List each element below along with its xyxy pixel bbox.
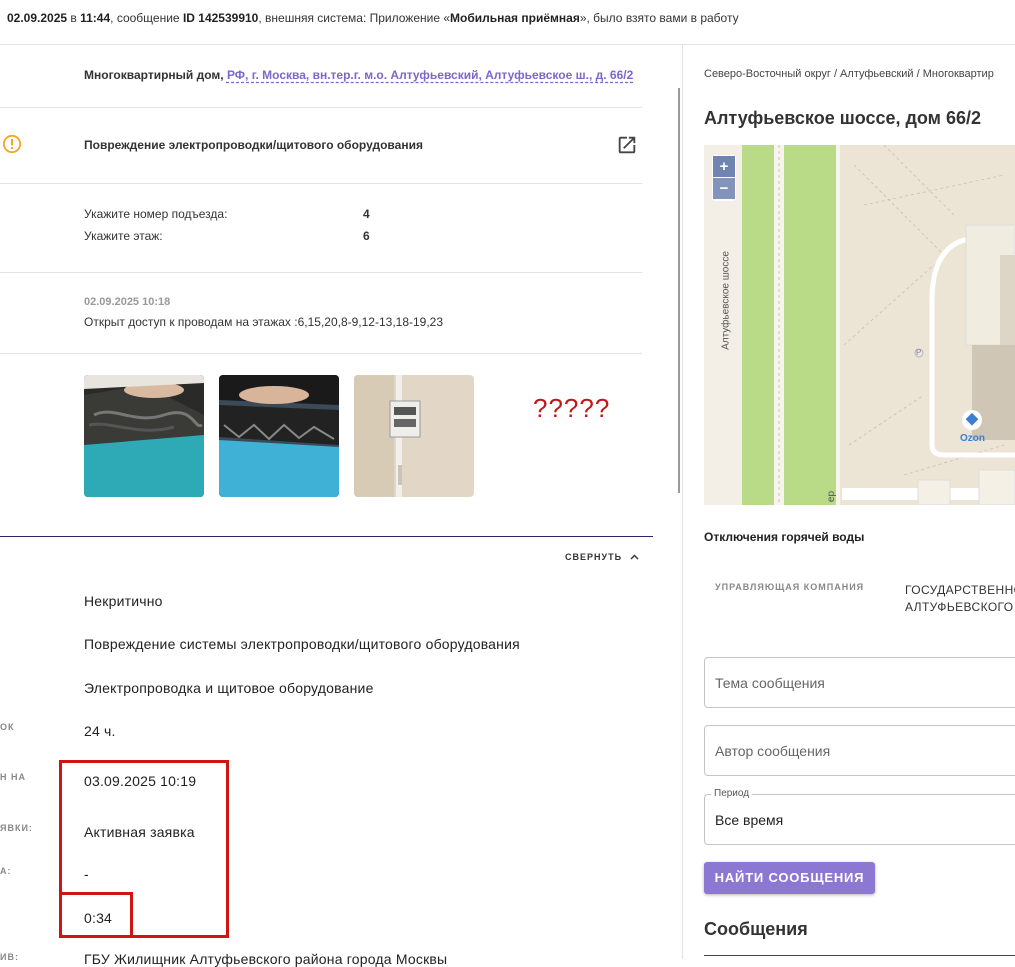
author-placeholder: Автор сообщения [715, 743, 831, 759]
zoom-in-button[interactable]: + [713, 156, 735, 177]
messages-heading: Сообщения [704, 919, 808, 939]
field-label: ИВ: [0, 952, 19, 962]
notice-in: в [70, 11, 77, 25]
field-label: ОК [0, 722, 15, 732]
period-value: Все время [715, 812, 784, 828]
notice-system: , внешняя система: Приложение « [258, 11, 451, 25]
notice-date: 02.09.2025 [7, 11, 68, 25]
floor-value: 6 [363, 229, 370, 243]
mgmt-company-value-line2: АЛТУФЬЕВСКОГО Р [905, 600, 1015, 614]
notice-msg-id: ID 142539910 [182, 11, 259, 25]
criticality-value: Некритично [84, 593, 163, 609]
mgmt-company-label: УПРАВЛЯЮЩАЯ КОМПАНИЯ [715, 582, 865, 592]
field-label: Н НА [0, 772, 26, 782]
zoom-out-button[interactable]: − [713, 178, 735, 199]
map-edge-label: ер [826, 490, 838, 503]
topic-placeholder: Тема сообщения [715, 675, 825, 691]
photo-thumbnail[interactable] [219, 375, 339, 497]
floor-label: Укажите этаж: [84, 229, 163, 243]
notice-msg-prefix: , сообщение [110, 11, 180, 25]
entrance-value: 4 [363, 207, 370, 221]
period-label: Период [711, 788, 753, 799]
issue-title: Повреждение электропроводки/щитового обо… [84, 138, 423, 152]
address-link[interactable]: РФ, г. Москва, вн.тер.г. м.о. Алтуфьевск… [227, 68, 633, 82]
field-label: ЯВКИ: [0, 823, 33, 833]
panel-divider [682, 44, 683, 959]
hot-water-heading: Отключения горячей воды [704, 530, 865, 544]
breadcrumb[interactable]: Северо-Восточный округ / Алтуфьевский / … [704, 68, 994, 80]
mgmt-company-value-line1: ГОСУДАРСТВЕННО [905, 583, 1015, 597]
divider [0, 272, 642, 273]
chevron-up-icon [630, 552, 639, 562]
divider [0, 183, 642, 184]
address-row: Многоквартирный дом, РФ, г. Москва, вн.т… [84, 68, 633, 82]
highlight-box [59, 892, 133, 938]
building-title: Алтуфьевское шоссе, дом 66/2 [704, 108, 982, 128]
assignment-notice: 02.09.2025 в 11:44, сообщение ID 1425399… [7, 11, 739, 25]
photo-thumbnail[interactable] [354, 375, 474, 497]
left-scrollbar[interactable] [678, 88, 680, 493]
messages-divider [704, 955, 1015, 956]
entrance-label: Укажите номер подъезда: [84, 207, 228, 221]
category-value: Электропроводка и щитовое оборудование [84, 680, 374, 696]
period-select[interactable]: Период Все время [704, 788, 1015, 845]
map-street-label: Алтуфьевское шоссе [720, 251, 732, 350]
address-label: Многоквартирный дом, [84, 68, 224, 82]
top-bar: 02.09.2025 в 11:44, сообщение ID 1425399… [0, 0, 1015, 45]
photo-thumbnail[interactable] [84, 375, 204, 497]
section-divider [0, 536, 653, 537]
map-poi-label: Ozon [960, 433, 985, 444]
open-external-icon[interactable] [616, 134, 638, 156]
comment-date: 02.09.2025 10:18 [84, 296, 171, 308]
problem-value: Повреждение системы электропроводки/щито… [84, 636, 520, 652]
author-field[interactable]: Автор сообщения [704, 725, 1015, 776]
find-messages-button[interactable]: НАЙТИ СООБЩЕНИЯ [704, 862, 875, 894]
deadline-value: 24 ч. [84, 723, 116, 739]
warning-icon [2, 134, 22, 154]
collapse-button[interactable]: СВЕРНУТЬ [565, 552, 639, 562]
map[interactable]: + − Алтуфьевское шоссе P Ozon ер [704, 145, 1015, 505]
collapse-label: СВЕРНУТЬ [565, 552, 623, 562]
notice-suffix: », было взято вами в работу [579, 11, 739, 25]
notice-time: 11:44 [80, 11, 111, 25]
parking-icon: P [916, 348, 922, 357]
org-value: ГБУ Жилищник Алтуфьевского района города… [84, 951, 448, 967]
divider [0, 353, 642, 354]
field-label: А: [0, 866, 12, 876]
comment-text: Открыт доступ к проводам на этажах :6,15… [84, 315, 444, 329]
divider [0, 107, 642, 108]
topic-field[interactable]: Тема сообщения [704, 657, 1015, 708]
question-marks-annotation: ????? [533, 393, 611, 423]
notice-app-name: Мобильная приёмная [450, 11, 580, 25]
